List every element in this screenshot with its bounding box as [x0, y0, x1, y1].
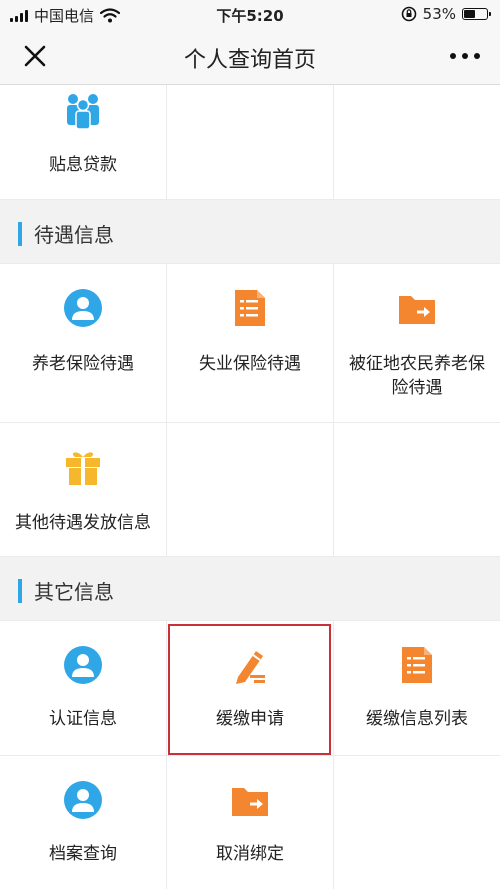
- pencil-edit-icon: [236, 651, 265, 684]
- person-icon: [64, 289, 102, 327]
- person-icon: [64, 646, 102, 684]
- orientation-lock-icon: [401, 6, 416, 22]
- grid-item-label: 取消绑定: [216, 844, 284, 864]
- grid-item-label: 被征地农民养老保 险待遇: [349, 354, 485, 398]
- document-list-icon: [402, 647, 432, 683]
- grid-item-label: 缓缴申请: [216, 709, 284, 729]
- gift-icon: [66, 452, 100, 485]
- grid-item-deferral-application[interactable]: 缓缴申请: [167, 621, 333, 755]
- section-title: 其它信息: [34, 580, 114, 604]
- grid-item-deferral-info-list[interactable]: 缓缴信息列表: [334, 621, 500, 755]
- section-header-other: 其它信息: [0, 557, 500, 620]
- grid-row: 其他待遇发放信息: [0, 423, 500, 556]
- nav-bar: 个人查询首页: [0, 28, 500, 85]
- document-list-icon: [235, 290, 265, 326]
- section-accent-bar: [18, 222, 22, 246]
- grid-item-authentication-info[interactable]: 认证信息: [0, 621, 166, 755]
- grid-item-label: 养老保险待遇: [32, 354, 134, 374]
- page-title: 个人查询首页: [183, 48, 316, 73]
- grid-item-other-benefit-info[interactable]: 其他待遇发放信息: [0, 423, 166, 556]
- people-group-icon: [67, 94, 99, 130]
- grid-item-label: 缓缴信息列表: [366, 709, 468, 729]
- folder-arrow-icon: [232, 788, 268, 816]
- status-right: 53%: [401, 5, 491, 23]
- grid-empty-cell: [334, 756, 500, 889]
- status-bar: 中国电信 下午5:20 53%: [0, 0, 500, 28]
- section-accent-bar: [18, 579, 22, 603]
- more-icon[interactable]: [448, 45, 482, 67]
- grid-item-archive-query[interactable]: 档案查询: [0, 756, 166, 889]
- grid-row: 养老保险待遇 失业保险待遇 被征地农民养老保 险待遇: [0, 264, 500, 422]
- grid-item-label: 档案查询: [49, 844, 117, 864]
- grid-row: 档案查询 取消绑定: [0, 756, 500, 889]
- person-icon: [64, 781, 102, 819]
- battery-icon: [462, 8, 491, 20]
- folder-arrow-icon: [399, 296, 435, 324]
- section-header-benefits: 待遇信息: [0, 200, 500, 263]
- section-title: 待遇信息: [34, 223, 114, 247]
- grid-empty-cell: [167, 85, 333, 199]
- grid-item-label: 贴息贷款: [49, 155, 117, 175]
- grid-row: 认证信息 缓缴申请 缓缴信息列表: [0, 621, 500, 755]
- grid-empty-cell: [334, 423, 500, 556]
- grid-item-label: 失业保险待遇: [199, 354, 301, 374]
- grid-item-pension-benefit[interactable]: 养老保险待遇: [0, 264, 166, 422]
- grid-item-land-farmer-pension[interactable]: 被征地农民养老保 险待遇: [334, 264, 500, 422]
- grid-item-unbind[interactable]: 取消绑定: [167, 756, 333, 889]
- grid-empty-cell: [167, 423, 333, 556]
- grid-item-loan-subsidy[interactable]: 贴息贷款: [0, 85, 166, 199]
- grid-item-label: 认证信息: [49, 709, 117, 729]
- grid-row: 贴息贷款: [0, 85, 500, 199]
- grid-empty-cell: [334, 85, 500, 199]
- grid-item-label: 其他待遇发放信息: [15, 513, 151, 533]
- battery-percent: 53%: [422, 5, 456, 23]
- grid-item-unemployment-benefit[interactable]: 失业保险待遇: [167, 264, 333, 422]
